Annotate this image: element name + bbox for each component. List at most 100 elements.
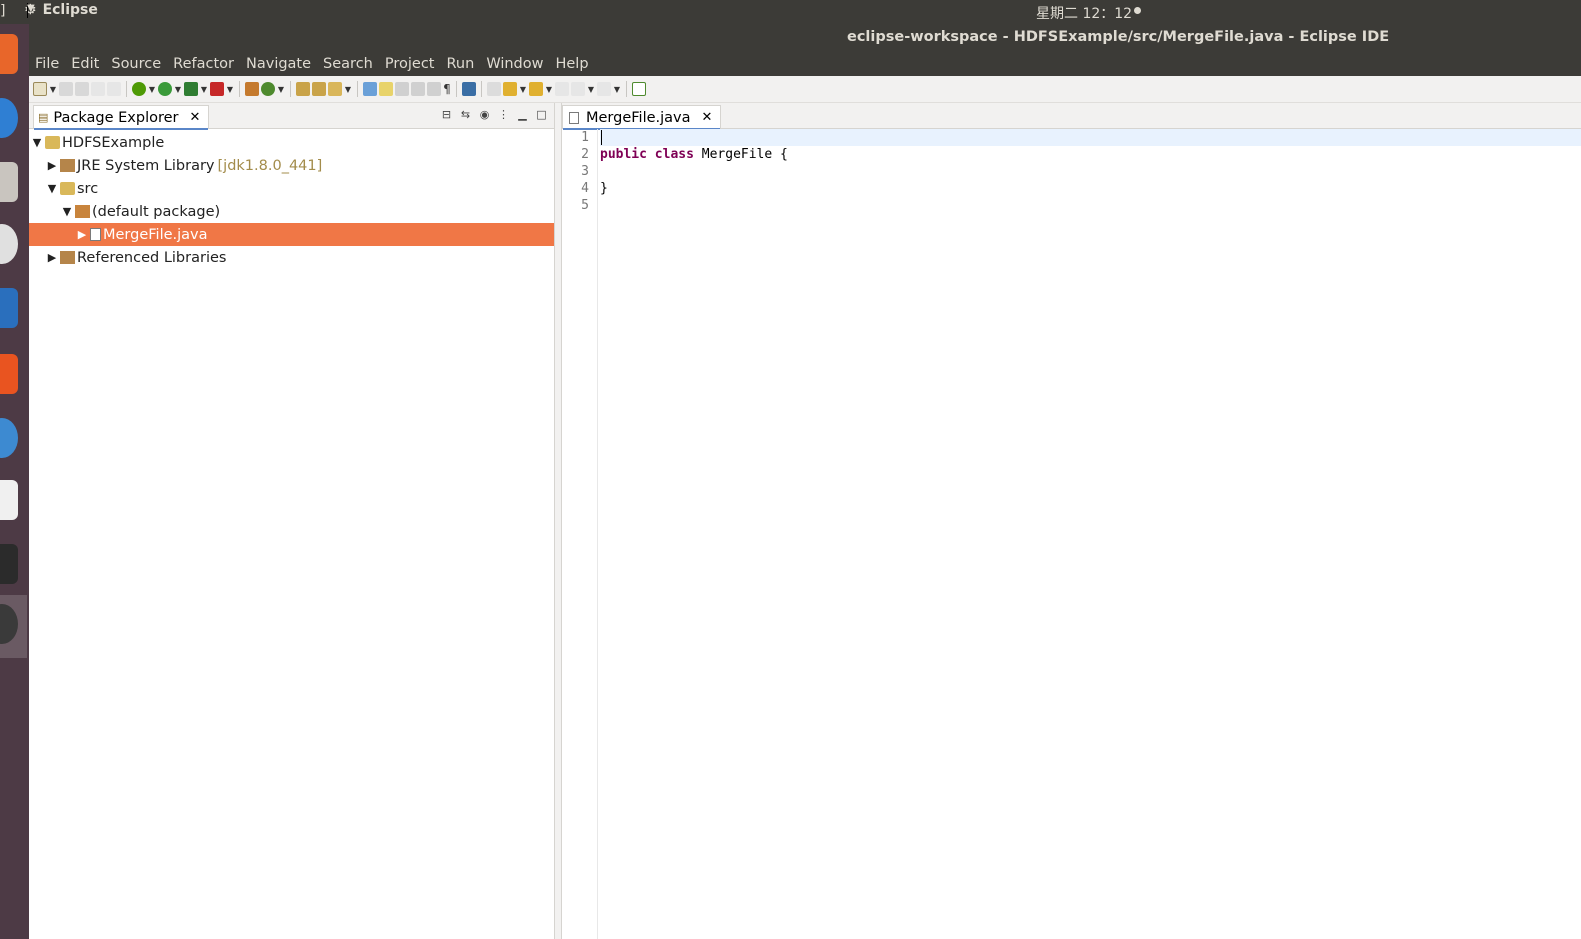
mark-occurrences-icon[interactable] <box>379 82 393 96</box>
toggle-breadcrumb-icon[interactable] <box>363 82 377 96</box>
chevron-down-icon[interactable]: ▼ <box>49 85 57 94</box>
chevron-down-icon[interactable]: ▼ <box>344 85 352 94</box>
tree-item-jre-system-library[interactable]: ▶ JRE System Library [jdk1.8.0_441] <box>29 154 554 177</box>
keyword-token: class <box>654 147 694 162</box>
new-java-package-icon[interactable] <box>245 82 259 96</box>
view-toolbar: ⊟ ⇆ ◉ ⋮ ▁ □ <box>440 109 548 121</box>
notification-dot-icon <box>1134 7 1142 14</box>
close-icon[interactable]: ✕ <box>702 110 713 125</box>
close-icon[interactable]: ✕ <box>190 110 201 125</box>
chevron-down-icon[interactable]: ▼ <box>545 85 553 94</box>
skip-breakpoints-icon[interactable] <box>487 82 501 96</box>
pilcrow-icon[interactable]: ¶ <box>443 82 451 96</box>
undo-icon[interactable] <box>91 82 105 96</box>
tree-item-referenced-libraries[interactable]: ▶ Referenced Libraries <box>29 246 554 269</box>
open-task-icon[interactable] <box>312 82 326 96</box>
amazon-icon[interactable] <box>0 480 18 520</box>
save-all-icon[interactable] <box>75 82 89 96</box>
code-line[interactable]: } <box>600 180 1581 197</box>
menu-source[interactable]: Source <box>105 56 167 72</box>
block-selection-icon[interactable] <box>395 82 409 96</box>
code-area[interactable]: public class MergeFile { } <box>600 129 1581 939</box>
run-icon[interactable] <box>158 82 172 96</box>
tab-mergefile-java[interactable]: MergeFile.java ✕ <box>562 105 722 130</box>
tab-package-explorer[interactable]: ▤ Package Explorer ✕ <box>33 105 210 130</box>
menu-run[interactable]: Run <box>441 56 481 72</box>
view-menu-icon[interactable]: ⋮ <box>497 109 510 121</box>
tree-item-default-package[interactable]: ▼ (default package) <box>29 200 554 223</box>
new-icon[interactable] <box>33 82 47 96</box>
focus-task-icon[interactable]: ◉ <box>478 109 491 121</box>
help-icon[interactable] <box>0 418 18 458</box>
tree-item-label: src <box>77 180 99 197</box>
chevron-down-icon[interactable]: ▼ <box>148 85 156 94</box>
menu-navigate[interactable]: Navigate <box>240 56 317 72</box>
collapse-all-icon[interactable]: ⊟ <box>440 109 453 121</box>
toolbar-separator <box>239 81 240 97</box>
save-icon[interactable] <box>59 82 73 96</box>
rhythmbox-icon[interactable] <box>0 224 18 264</box>
coverage-icon[interactable] <box>184 82 198 96</box>
code-line[interactable] <box>600 197 1581 214</box>
open-perspective-icon[interactable] <box>632 82 646 96</box>
code-line-current[interactable] <box>600 129 1581 146</box>
window-title: eclipse-workspace - HDFSExample/src/Merg… <box>847 29 1390 45</box>
maximize-icon[interactable]: □ <box>535 109 548 121</box>
code-line[interactable] <box>600 163 1581 180</box>
window-title-bar: eclipse-workspace - HDFSExample/src/Merg… <box>29 24 1581 51</box>
files-icon[interactable] <box>0 162 18 202</box>
collapsed-triangle-icon[interactable]: ▶ <box>46 251 58 264</box>
menu-window[interactable]: Window <box>480 56 549 72</box>
menu-file[interactable]: File <box>29 56 65 72</box>
back-icon[interactable] <box>571 82 585 96</box>
menu-help[interactable]: Help <box>549 56 594 72</box>
expanded-triangle-icon[interactable]: ▼ <box>31 136 43 149</box>
link-with-editor-icon[interactable]: ⇆ <box>459 109 472 121</box>
menu-edit[interactable]: Edit <box>65 56 105 72</box>
next-annotation-icon[interactable] <box>503 82 517 96</box>
show-whitespace-icon[interactable] <box>427 82 441 96</box>
chevron-down-icon[interactable]: ▼ <box>174 85 182 94</box>
menu-refactor[interactable]: Refactor <box>167 56 240 72</box>
code-line[interactable]: public class MergeFile { <box>600 146 1581 163</box>
console-icon[interactable] <box>462 82 476 96</box>
previous-annotation-icon[interactable] <box>529 82 543 96</box>
expanded-triangle-icon[interactable]: ▼ <box>46 182 58 195</box>
menu-project[interactable]: Project <box>379 56 441 72</box>
collapsed-triangle-icon[interactable]: ▶ <box>46 159 58 172</box>
firefox-icon[interactable] <box>0 34 18 74</box>
chevron-down-icon[interactable]: ▼ <box>587 85 595 94</box>
collapsed-triangle-icon[interactable]: ▶ <box>76 228 88 241</box>
package-explorer-tabbar: ▤ Package Explorer ✕ ⊟ ⇆ ◉ ⋮ ▁ □ <box>29 103 554 130</box>
line-number: 3 <box>581 164 589 179</box>
tree-item-src[interactable]: ▼ src <box>29 177 554 200</box>
software-center-icon[interactable] <box>0 354 18 394</box>
tree-item-mergefile-java[interactable]: ▶ MergeFile.java <box>29 223 554 246</box>
word-wrap-icon[interactable] <box>411 82 425 96</box>
open-type-icon[interactable] <box>296 82 310 96</box>
new-java-class-icon[interactable] <box>261 82 275 96</box>
last-edit-location-icon[interactable] <box>555 82 569 96</box>
tree-item-hdfsexample[interactable]: ▼ HDFSExample <box>29 131 554 154</box>
menu-search[interactable]: Search <box>317 56 379 72</box>
redo-icon[interactable] <box>107 82 121 96</box>
debug-icon[interactable] <box>132 82 146 96</box>
search-icon[interactable] <box>328 82 342 96</box>
thunderbird-icon[interactable] <box>0 98 18 138</box>
clock[interactable]: 星期二 12：12 <box>1036 3 1142 23</box>
writer-icon[interactable] <box>0 288 18 328</box>
chevron-down-icon[interactable]: ▼ <box>277 85 285 94</box>
minimize-icon[interactable]: ▁ <box>516 109 529 121</box>
chevron-down-icon[interactable]: ▼ <box>200 85 208 94</box>
external-tools-icon[interactable] <box>210 82 224 96</box>
terminal-icon[interactable] <box>0 544 18 584</box>
library-icon <box>60 251 75 264</box>
java-editor: MergeFile.java ✕ 1 2 3 4 5 public class … <box>561 103 1581 939</box>
chevron-down-icon[interactable]: ▼ <box>613 85 621 94</box>
app-menu-button[interactable]: ⚙ Eclipse ▼ <box>24 2 98 18</box>
expanded-triangle-icon[interactable]: ▼ <box>61 205 73 218</box>
forward-icon[interactable] <box>597 82 611 96</box>
chevron-down-icon[interactable]: ▼ <box>226 85 234 94</box>
chevron-down-icon[interactable]: ▼ <box>519 85 527 94</box>
tree-item-label: JRE System Library <box>77 157 215 174</box>
